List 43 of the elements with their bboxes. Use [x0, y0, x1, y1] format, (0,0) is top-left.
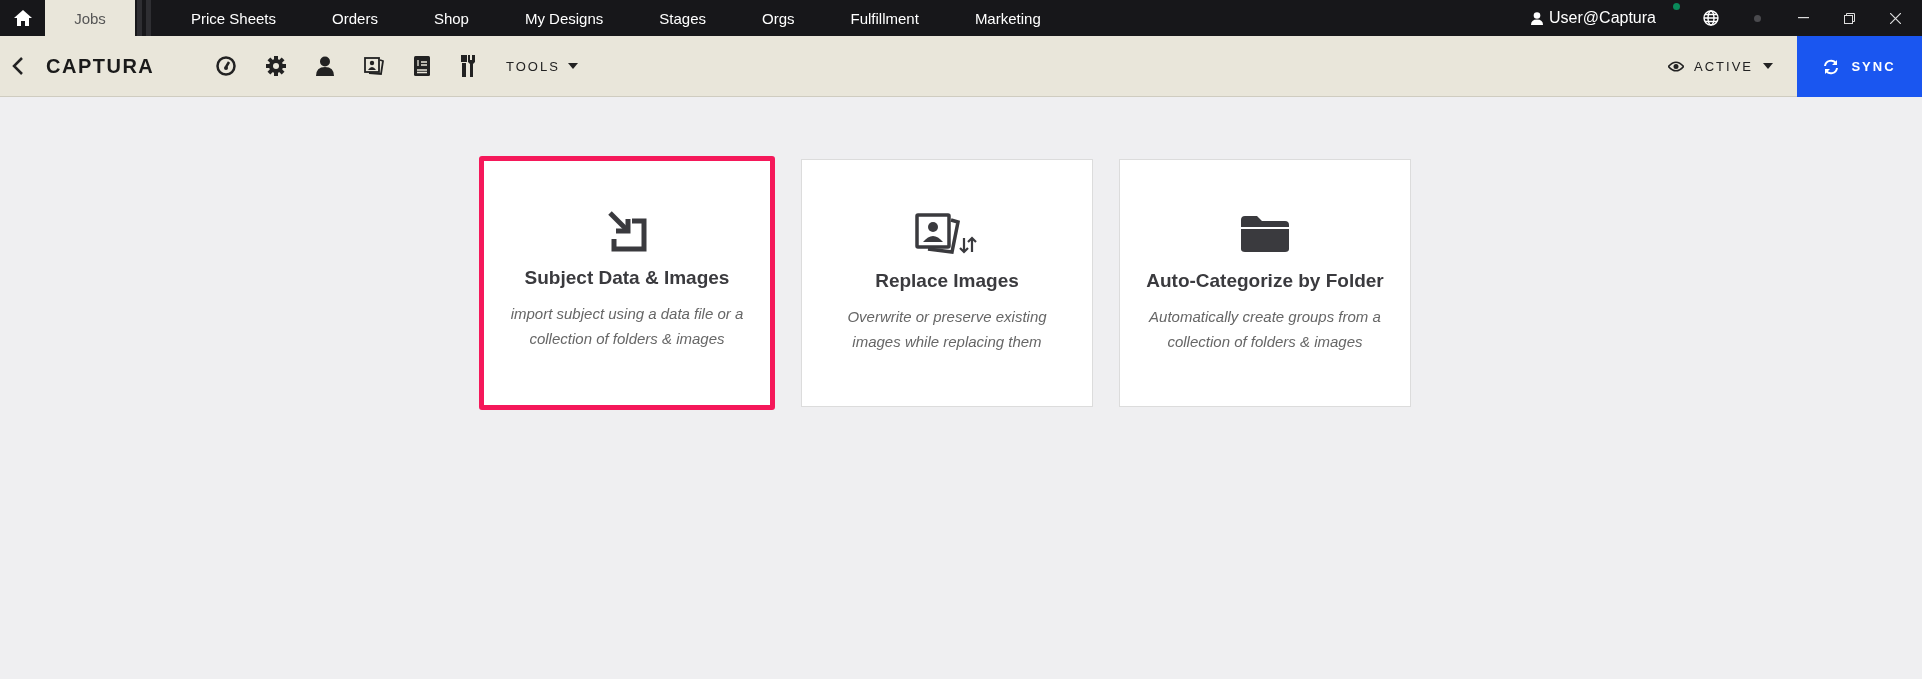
tools-icon[interactable] — [460, 55, 476, 77]
price-sheet-icon[interactable] — [414, 56, 430, 76]
import-option-card[interactable]: Replace Images Overwrite or preserve existing images while replacing them — [801, 159, 1093, 407]
import-arrow-icon — [606, 209, 648, 253]
user-name[interactable]: User@Captura — [1549, 9, 1656, 27]
nav-tab[interactable]: Price Sheets — [163, 0, 305, 36]
nav-tab[interactable]: Orders — [304, 0, 406, 36]
gauge-icon[interactable] — [216, 56, 236, 76]
card-description: Automatically create groups from a collection of folders & images — [1147, 307, 1382, 352]
user-icon — [1531, 11, 1544, 25]
caret-icon — [567, 63, 578, 69]
card-title: Auto-Categorize by Folder — [1146, 270, 1384, 292]
nav-tab[interactable]: Jobs — [45, 0, 135, 36]
nav-tab[interactable]: My Designs — [496, 0, 632, 36]
dot-icon — [1753, 14, 1761, 22]
card-description: Overwrite or preserve existing images while replacing them — [846, 307, 1048, 352]
eye-icon — [1668, 60, 1685, 72]
import-option-card[interactable]: Subject Data & Images import subject using a data file or a collection of folders & images — [479, 156, 775, 410]
card-title: Replace Images — [875, 270, 1019, 292]
restore-icon[interactable] — [1843, 12, 1855, 24]
close-icon[interactable] — [1889, 12, 1901, 24]
nav-tab[interactable]: Fulfillment — [822, 0, 947, 36]
card-description: import subject using a data file or a collection of folders & images — [509, 304, 745, 349]
settings-icon[interactable] — [266, 56, 286, 76]
import-option-card[interactable]: Auto-Categorize by Folder Automatically create groups from a collection of folders & images — [1119, 159, 1411, 407]
nav-tab[interactable]: Stages — [631, 0, 734, 36]
refresh-icon — [1823, 58, 1840, 75]
tools-menu[interactable]: TOOLS — [500, 57, 584, 75]
status-dot-icon — [1673, 3, 1680, 10]
home-icon[interactable] — [13, 10, 32, 26]
nav-tab[interactable]: Marketing — [946, 0, 1069, 36]
globe-icon[interactable] — [1703, 10, 1719, 26]
card-title: Subject Data & Images — [524, 267, 730, 289]
back-icon[interactable] — [10, 56, 26, 76]
caret-icon — [1763, 63, 1773, 69]
app-title: CAPTURA — [46, 54, 156, 78]
filter-dropdown[interactable]: ACTIVE — [1662, 57, 1779, 75]
minimize-icon[interactable] — [1797, 17, 1809, 19]
sync-button[interactable]: SYNC — [1797, 36, 1922, 97]
nav-tab[interactable]: Shop — [405, 0, 497, 36]
user-icon[interactable] — [316, 56, 334, 76]
photos-icon[interactable] — [364, 57, 384, 75]
nav-tab[interactable]: Orgs — [734, 0, 823, 36]
